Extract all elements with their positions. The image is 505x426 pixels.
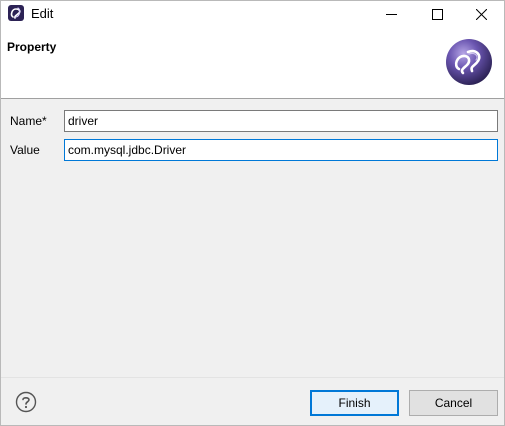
finish-button-label: Finish xyxy=(338,396,371,410)
close-button[interactable] xyxy=(459,1,504,28)
window-title: Edit xyxy=(31,6,54,21)
edit-dialog: Edit Property Name* driver Value com.mys… xyxy=(0,0,505,426)
help-icon xyxy=(15,391,37,413)
maximize-button[interactable] xyxy=(415,1,460,28)
name-label: Name* xyxy=(10,114,47,128)
cancel-button[interactable]: Cancel xyxy=(409,390,498,416)
finish-button[interactable]: Finish xyxy=(310,390,399,416)
value-field[interactable] xyxy=(64,139,498,161)
cancel-button-label: Cancel xyxy=(434,396,473,410)
eclipse-banner-icon xyxy=(445,38,493,86)
value-label: Value xyxy=(10,143,40,157)
dialog-header: Property xyxy=(1,28,504,99)
close-icon xyxy=(476,9,487,20)
title-bar: Edit xyxy=(1,1,504,28)
footer-divider xyxy=(1,377,504,378)
help-button[interactable] xyxy=(15,391,37,413)
name-field[interactable] xyxy=(64,110,498,132)
maximize-icon xyxy=(432,9,443,20)
minimize-icon xyxy=(386,14,397,15)
page-title: Property xyxy=(7,40,57,54)
eclipse-app-icon xyxy=(8,5,24,21)
minimize-button[interactable] xyxy=(369,1,414,28)
